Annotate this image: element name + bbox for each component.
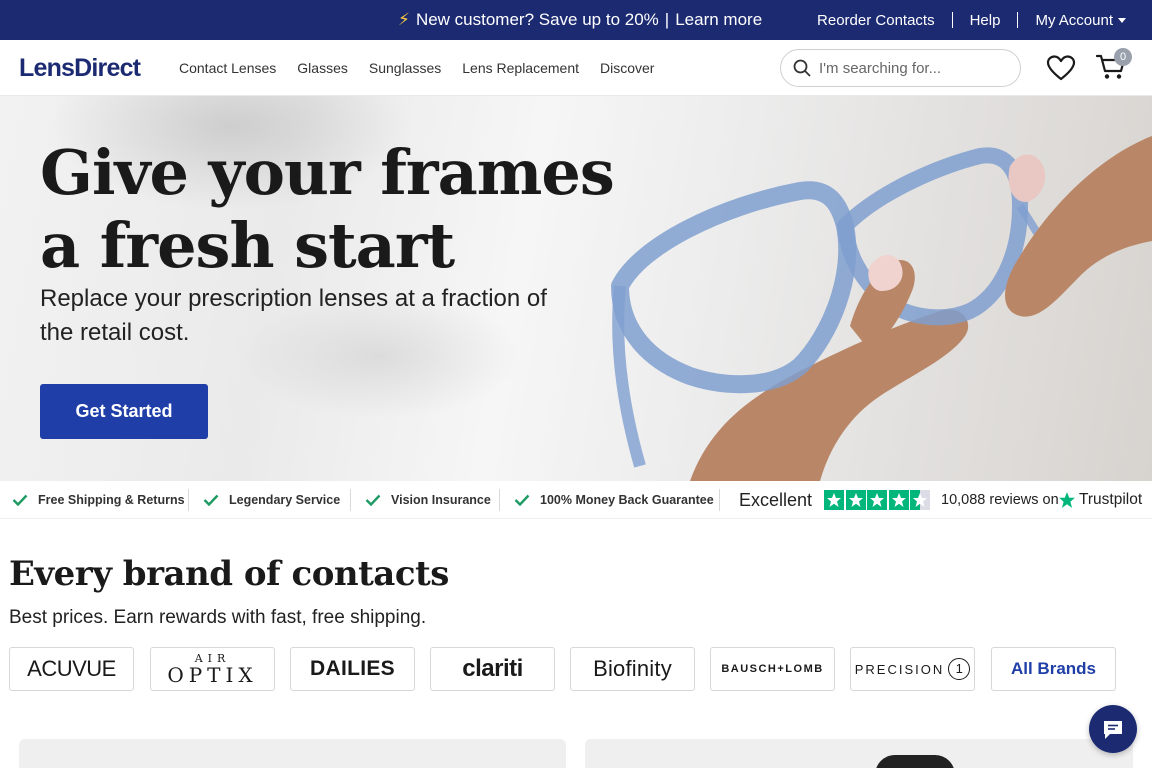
hero-title-line1: Give your frames xyxy=(40,136,615,209)
benefit-money-back: 100% Money Back Guarantee xyxy=(514,481,714,519)
my-account-label: My Account xyxy=(1035,11,1113,29)
search-input[interactable] xyxy=(819,56,1009,80)
learn-more-link[interactable]: Learn more xyxy=(675,10,762,29)
promo-separator: | xyxy=(664,10,670,29)
main-nav: Contact Lenses Glasses Sunglasses Lens R… xyxy=(179,40,675,96)
brand-air-optix[interactable]: AIR OPTIX xyxy=(150,647,275,691)
promo-card-left[interactable] xyxy=(19,739,566,768)
promo-card-right[interactable] xyxy=(585,739,1133,768)
brand-precision1[interactable]: PRECISION 1 xyxy=(850,647,975,691)
all-brands-label: All Brands xyxy=(1010,659,1097,678)
brand-dailies[interactable]: DAILIES xyxy=(290,647,415,691)
nav-glasses[interactable]: Glasses xyxy=(297,60,348,76)
benefit-free-shipping: Free Shipping & Returns xyxy=(12,481,185,519)
all-brands-button[interactable]: All Brands xyxy=(991,647,1116,691)
check-icon xyxy=(203,494,219,506)
brand-biofinity[interactable]: Biofinity xyxy=(570,647,695,691)
heart-icon[interactable] xyxy=(1046,54,1076,82)
utility-divider xyxy=(951,12,953,28)
star-icon xyxy=(888,490,909,510)
promo-message[interactable]: ⚡ New customer? Save up to 20% | Learn more xyxy=(398,0,762,40)
star-icon xyxy=(845,490,866,510)
trustpilot-star-icon xyxy=(1059,492,1075,508)
brand-clariti-logo: clariti xyxy=(462,655,523,682)
promo-bar: ⚡ New customer? Save up to 20% | Learn more… xyxy=(0,0,1152,40)
trustpilot-review-count[interactable]: 10,088 reviews on xyxy=(941,481,1059,519)
brand-precision-number: 1 xyxy=(948,658,971,680)
brand-precision-logo: PRECISION xyxy=(854,661,945,677)
check-icon xyxy=(365,494,381,506)
brand-dailies-logo: DAILIES xyxy=(310,657,395,680)
brands-heading: Every brand of contacts xyxy=(9,554,449,594)
hero-subtitle: Replace your prescription lenses at a fr… xyxy=(40,285,547,346)
get-started-button[interactable]: Get Started xyxy=(40,384,208,439)
my-account-menu[interactable]: My Account xyxy=(1035,12,1126,29)
brand-biofinity-logo: Biofinity xyxy=(593,656,672,681)
nav-discover[interactable]: Discover xyxy=(600,60,654,76)
benefit-label: 100% Money Back Guarantee xyxy=(540,493,714,507)
caret-down-icon xyxy=(1118,18,1126,24)
cart-count-badge: 0 xyxy=(1114,48,1132,66)
nav-contact-lenses[interactable]: Contact Lenses xyxy=(179,60,276,76)
benefit-divider xyxy=(719,489,720,511)
brand-bausch-logo: BAUSCH+LOMB xyxy=(721,663,824,675)
nav-sunglasses[interactable]: Sunglasses xyxy=(369,60,441,76)
check-icon xyxy=(12,494,28,506)
trustpilot-rating-text: Excellent xyxy=(739,490,813,510)
trustpilot-stars xyxy=(824,490,932,510)
chat-button[interactable] xyxy=(1089,705,1137,753)
brands-subheading: Best prices. Earn rewards with fast, fre… xyxy=(9,607,427,628)
benefit-label: Legendary Service xyxy=(229,493,341,507)
sunglasses-image xyxy=(875,755,955,768)
brand-acuvue[interactable]: ACUVUE xyxy=(9,647,134,691)
trustpilot-logo[interactable]: Trustpilot xyxy=(1058,481,1142,519)
hero-title: Give your frames a fresh start xyxy=(40,136,615,282)
brand-bausch-lomb[interactable]: BAUSCH+LOMB xyxy=(710,647,835,691)
star-icon xyxy=(867,490,887,510)
lightning-bolt-icon: ⚡ xyxy=(398,10,410,29)
site-header: LensDirect Contact Lenses Glasses Sungla… xyxy=(0,40,1152,96)
benefits-strip: Free Shipping & Returns Legendary Servic… xyxy=(0,481,1152,519)
brand-acuvue-logo: ACUVUE xyxy=(27,656,116,681)
promo-text: New customer? Save up to 20% xyxy=(415,10,659,29)
star-icon xyxy=(824,490,844,510)
benefit-divider xyxy=(350,489,351,511)
utility-links: Reorder Contacts Help My Account xyxy=(817,0,1126,40)
help-link[interactable]: Help xyxy=(970,12,1001,29)
chat-icon xyxy=(1104,721,1122,739)
reorder-contacts-link[interactable]: Reorder Contacts xyxy=(817,12,935,29)
brand-airoptix-bottom: OPTIX xyxy=(167,663,258,687)
benefit-divider xyxy=(188,489,189,511)
benefit-label: Free Shipping & Returns xyxy=(38,493,185,507)
glasses-in-hands-image xyxy=(611,136,1152,481)
benefit-label: Vision Insurance xyxy=(391,493,491,507)
hero-banner: Give your frames a fresh start Replace yo… xyxy=(0,96,1152,481)
utility-divider xyxy=(1017,12,1019,28)
hero-title-line2: a fresh start xyxy=(40,209,455,282)
search-bar[interactable] xyxy=(780,49,1021,87)
lensdirect-logo[interactable]: LensDirect xyxy=(19,54,141,83)
benefit-divider xyxy=(499,489,500,511)
search-icon xyxy=(793,59,811,77)
trustpilot-label: Trustpilot xyxy=(1079,491,1143,508)
benefit-legendary-service: Legendary Service xyxy=(203,481,340,519)
benefit-vision-insurance: Vision Insurance xyxy=(365,481,491,519)
nav-lens-replacement[interactable]: Lens Replacement xyxy=(462,60,579,76)
brand-clariti[interactable]: clariti xyxy=(430,647,555,691)
check-icon xyxy=(514,494,530,506)
half-star-icon xyxy=(910,490,930,510)
